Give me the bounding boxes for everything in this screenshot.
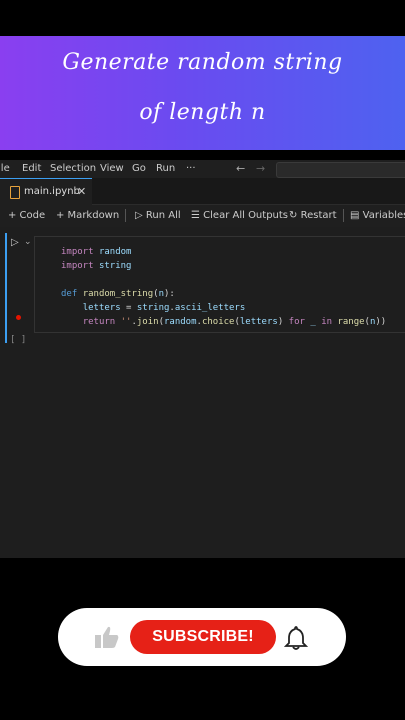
restart-label: Restart (300, 210, 337, 221)
add-markdown-button[interactable]: + Markdown (56, 210, 119, 221)
run-all-button[interactable]: ▷ Run All (135, 210, 181, 221)
variables-label: Variables (362, 210, 405, 221)
menu-run[interactable]: Run (156, 163, 175, 174)
menu-view[interactable]: View (100, 163, 124, 174)
run-all-label: Run All (145, 210, 181, 221)
toolbar-divider (343, 209, 344, 222)
forward-arrow-icon[interactable]: → (256, 162, 265, 175)
run-cell-icon[interactable]: ▷ (11, 237, 19, 248)
banner-line-2: of length n (139, 100, 266, 125)
bell-icon[interactable] (284, 625, 308, 651)
title-banner: Generate random string of length n (0, 36, 405, 150)
restart-button[interactable]: ↻ Restart (289, 210, 337, 221)
empty-cell-marker[interactable]: [ ] (10, 335, 26, 345)
clear-icon: ☰ (191, 210, 200, 221)
tab-label: main.ipynb (24, 186, 80, 197)
back-arrow-icon[interactable]: ← (236, 162, 245, 175)
code-line-4: def random_string(n): (61, 289, 175, 299)
code-cell[interactable]: ▷ ⌄ import random import string def rand… (5, 233, 405, 343)
code-editor[interactable]: import random import string def random_s… (34, 236, 405, 333)
subscribe-overlay: SUBSCRIBE! (58, 608, 346, 666)
notebook-file-icon (10, 186, 20, 199)
menu-more[interactable]: ··· (186, 163, 196, 174)
play-icon: ▷ (135, 210, 143, 221)
close-icon[interactable]: ✕ (77, 185, 86, 198)
notebook-toolbar: + Code + Markdown ▷ Run All ☰ Clear All … (0, 205, 405, 227)
clear-outputs-label: Clear All Outputs (203, 210, 289, 221)
code-line-1: import random (61, 247, 132, 257)
add-code-button[interactable]: + Code (8, 210, 45, 221)
thumbs-up-icon (95, 626, 119, 648)
code-line-6: return ''.join(random.choice(letters) fo… (82, 317, 387, 327)
tab-main-ipynb[interactable]: main.ipynb ✕ (0, 178, 92, 205)
variables-icon: ▤ (350, 210, 360, 221)
menu-bar: File Edit Selection View Go Run ··· ← → (0, 160, 405, 178)
subscribe-button[interactable]: SUBSCRIBE! (130, 620, 276, 654)
banner-line-1: Generate random string (62, 50, 343, 75)
code-line-5: letters = string.ascii_letters (82, 303, 246, 313)
vscode-window: File Edit Selection View Go Run ··· ← → … (0, 160, 405, 558)
menu-selection[interactable]: Selection (50, 163, 96, 174)
menu-go[interactable]: Go (132, 163, 146, 174)
restart-icon: ↻ (289, 210, 298, 221)
command-center-search[interactable] (276, 162, 405, 178)
breakpoint-icon[interactable] (16, 315, 21, 320)
menu-edit[interactable]: Edit (22, 163, 41, 174)
clear-outputs-button[interactable]: ☰ Clear All Outputs (191, 210, 288, 221)
toolbar-divider (125, 209, 126, 222)
code-line-2: import string (61, 261, 132, 271)
variables-button[interactable]: ▤ Variables (350, 210, 405, 221)
chevron-down-icon[interactable]: ⌄ (24, 237, 32, 247)
menu-file[interactable]: File (0, 163, 10, 174)
tab-bar: main.ipynb ✕ (0, 178, 405, 205)
